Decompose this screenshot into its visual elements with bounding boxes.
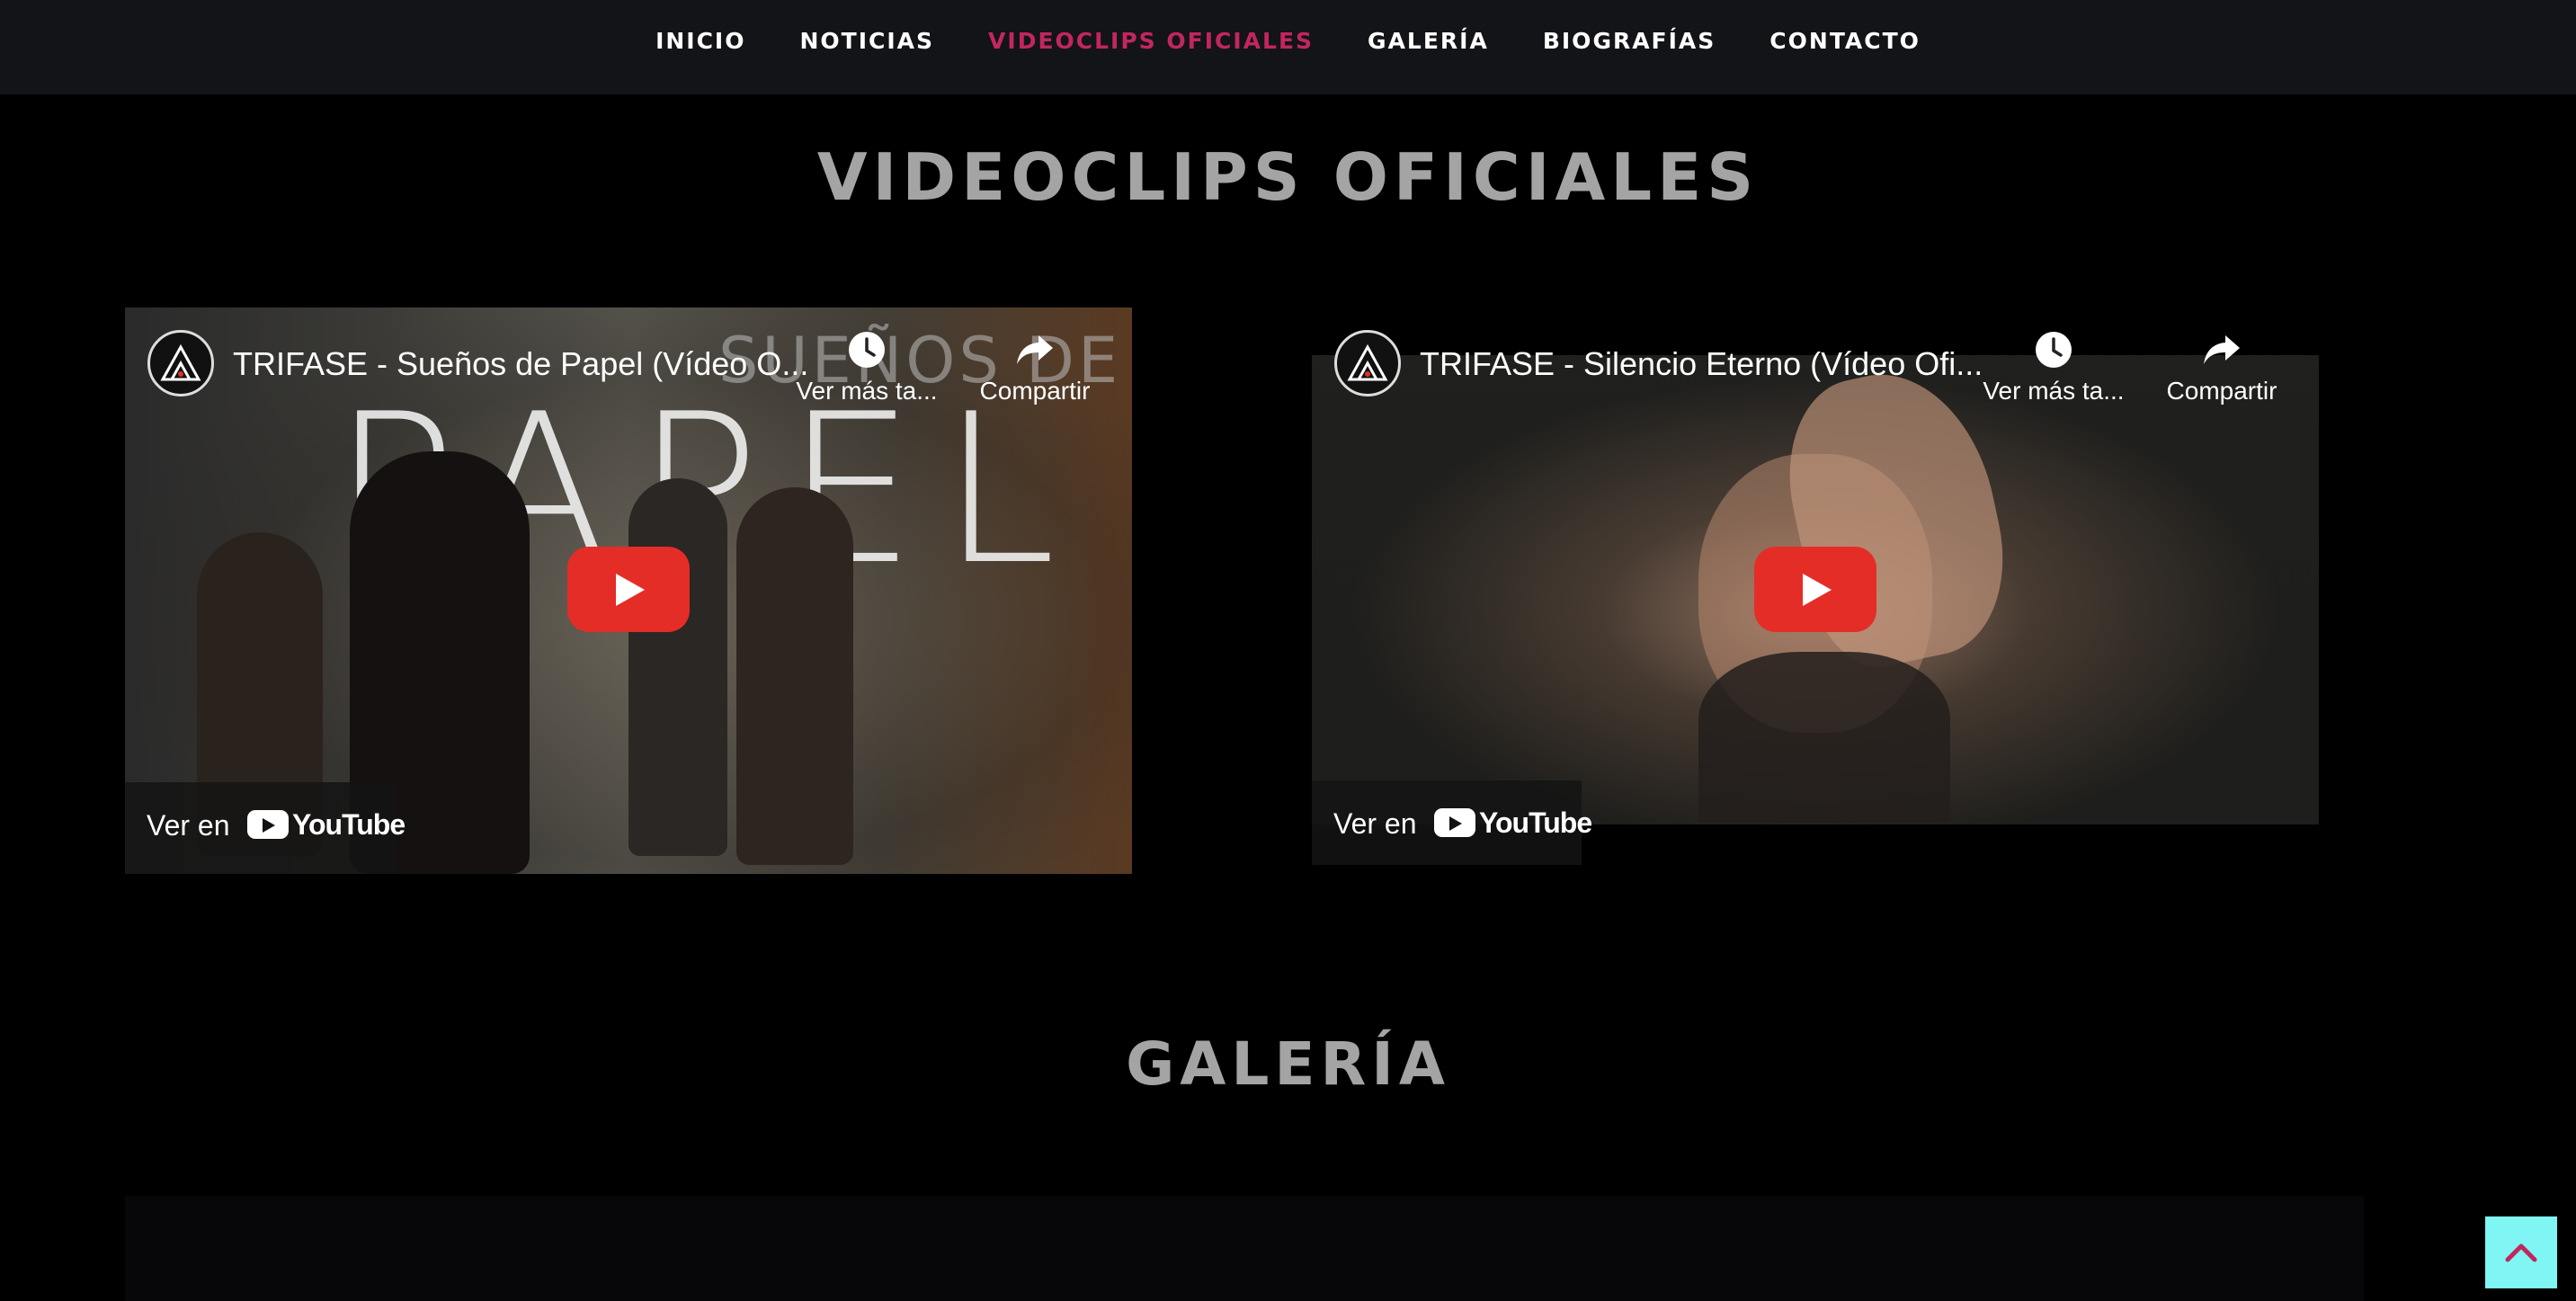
video-embed-2[interactable]: TRIFASE - Silencio Eterno (Vídeo Ofi... … [1312,307,2319,865]
nav-item-contacto[interactable]: CONTACTO [1769,28,1921,54]
figure-mid [628,478,727,856]
clock-icon [2036,332,2072,368]
watch-later-button[interactable]: Ver más ta... [1977,330,2130,405]
video-embed-1[interactable]: SUEÑOS DE PAPEL TRIFASE - Sueños de Pape… [125,307,1132,874]
watch-on-youtube-button[interactable]: Ver en YouTube [125,782,406,874]
play-icon [1803,574,1832,606]
channel-logo-icon[interactable] [1334,330,1401,397]
play-icon [616,574,645,606]
share-label: Compartir [2166,377,2277,405]
share-icon [1017,335,1053,364]
figure-right [736,487,853,865]
nav-menu: INICIO NOTICIAS VIDEOCLIPS OFICIALES GAL… [0,0,2576,81]
video-title[interactable]: TRIFASE - Sueños de Papel (Vídeo O... [233,345,862,383]
watch-later-label: Ver más ta... [1983,377,2125,405]
nav-item-biografias[interactable]: BIOGRAFÍAS [1543,28,1716,54]
youtube-wordmark: YouTube [1479,806,1592,839]
youtube-wordmark: YouTube [292,807,406,841]
share-button[interactable]: Compartir [2145,330,2298,405]
section-title-galeria: GALERÍA [1126,1029,1450,1099]
watch-on-label: Ver en [147,809,230,842]
back-to-top-button[interactable] [2485,1216,2557,1288]
gallery-container [125,1196,2364,1301]
watch-on-label: Ver en [1333,807,1417,840]
watch-later-button[interactable]: Ver más ta... [790,330,943,405]
navbar: INICIO NOTICIAS VIDEOCLIPS OFICIALES GAL… [0,0,2576,94]
beard-shape [1698,652,1950,823]
watch-on-youtube-button[interactable]: Ver en YouTube [1312,780,1592,865]
play-button[interactable] [1754,547,1876,632]
youtube-logo-icon: YouTube [1434,806,1592,839]
share-label: Compartir [979,377,1091,405]
share-button[interactable]: Compartir [958,330,1111,405]
play-button[interactable] [567,547,690,632]
share-icon [2204,335,2240,364]
nav-item-noticias[interactable]: NOTICIAS [800,28,935,54]
nav-item-videoclips[interactable]: VIDEOCLIPS OFICIALES [988,28,1314,54]
chevron-up-icon [2505,1243,2537,1262]
nav-item-galeria[interactable]: GALERÍA [1368,28,1489,54]
clock-icon [849,332,885,368]
watch-later-label: Ver más ta... [796,377,938,405]
section-title-videoclips: VIDEOCLIPS OFICIALES [816,139,1760,215]
youtube-logo-icon: YouTube [247,807,406,841]
nav-item-inicio[interactable]: INICIO [655,28,745,54]
channel-logo-icon[interactable] [147,330,214,397]
video-title[interactable]: TRIFASE - Silencio Eterno (Vídeo Ofi... [1420,345,2049,383]
